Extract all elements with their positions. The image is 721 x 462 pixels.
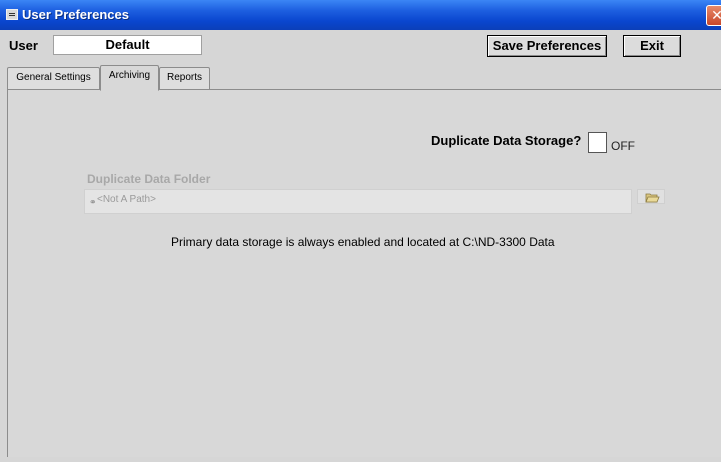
user-label: User [9,38,38,53]
tab-archiving[interactable]: Archiving [100,65,159,91]
duplicate-storage-checkbox[interactable] [588,132,607,153]
path-icon: ⚭ [89,197,97,207]
duplicate-storage-state: OFF [611,139,635,153]
app-window-icon [6,9,18,20]
user-field[interactable]: Default [53,35,202,55]
duplicate-storage-label: Duplicate Data Storage? [431,133,582,148]
browse-folder-button[interactable] [637,189,665,204]
user-preferences-window: User Preferences ✕ User Default Save Pre… [0,0,721,462]
duplicate-folder-label: Duplicate Data Folder [87,172,211,186]
tab-reports[interactable]: Reports [159,67,210,89]
save-preferences-button[interactable]: Save Preferences [487,35,607,57]
folder-open-icon [645,193,660,203]
exit-button[interactable]: Exit [623,35,681,57]
window-title: User Preferences [22,7,129,22]
title-bar[interactable]: User Preferences ✕ [0,0,721,30]
tab-general-settings[interactable]: General Settings [7,67,100,89]
duplicate-folder-path-field[interactable]: ⚭ <Not A Path> [84,189,632,214]
primary-storage-note: Primary data storage is always enabled a… [171,235,555,249]
close-icon[interactable]: ✕ [706,5,721,26]
path-value: <Not A Path> [97,194,156,205]
